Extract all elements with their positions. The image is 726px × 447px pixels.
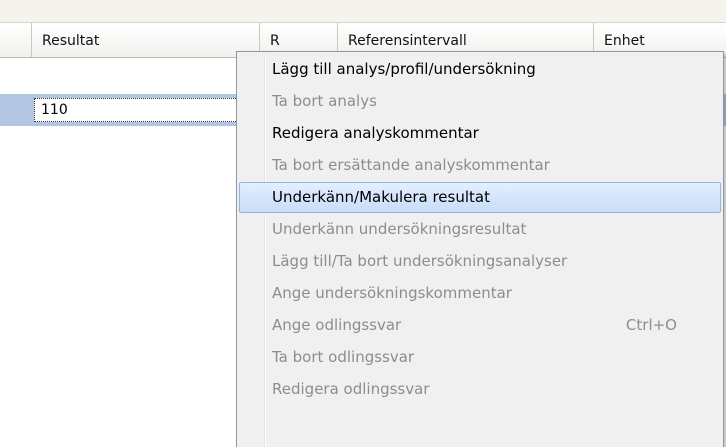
menu-item-edit-culture-answer[interactable]: Redigera odlingssvar — [239, 374, 721, 405]
context-menu: Lägg till analys/profil/undersökning Ta … — [236, 51, 724, 447]
screen: Resultat R Referensintervall Enhet 110 L… — [0, 0, 726, 447]
menu-item-edit-analysis-comment[interactable]: Redigera analyskommentar — [239, 118, 721, 149]
menu-item-remove-analysis[interactable]: Ta bort analys — [239, 86, 721, 117]
toolbar-strip — [0, 0, 726, 22]
menu-item-remove-culture-answer[interactable]: Ta bort odlingssvar — [239, 342, 721, 373]
menu-item-remove-replacing-comment[interactable]: Ta bort ersättande analyskommentar — [239, 150, 721, 181]
result-cell[interactable]: 110 — [34, 98, 256, 122]
menu-item-set-examination-comment[interactable]: Ange undersökningskommentar — [239, 278, 721, 309]
menu-item-label: Ange odlingssvar — [272, 316, 402, 334]
column-header-resultat[interactable]: Resultat — [32, 23, 260, 57]
menu-item-add-remove-examination-analyses[interactable]: Lägg till/Ta bort undersökningsanalyser — [239, 246, 721, 277]
shortcut-label: Ctrl+O — [625, 316, 677, 334]
menu-item-reject-examination-result[interactable]: Underkänn undersökningsresultat — [239, 214, 721, 245]
table-cell[interactable] — [32, 58, 260, 94]
menu-item-set-culture-answer[interactable]: Ange odlingssvar Ctrl+O — [239, 310, 721, 341]
menu-item-reject-result[interactable]: Underkänn/Makulera resultat — [239, 182, 721, 213]
row-header-corner — [0, 23, 32, 57]
menu-item-add-analysis[interactable]: Lägg till analys/profil/undersökning — [239, 54, 721, 85]
